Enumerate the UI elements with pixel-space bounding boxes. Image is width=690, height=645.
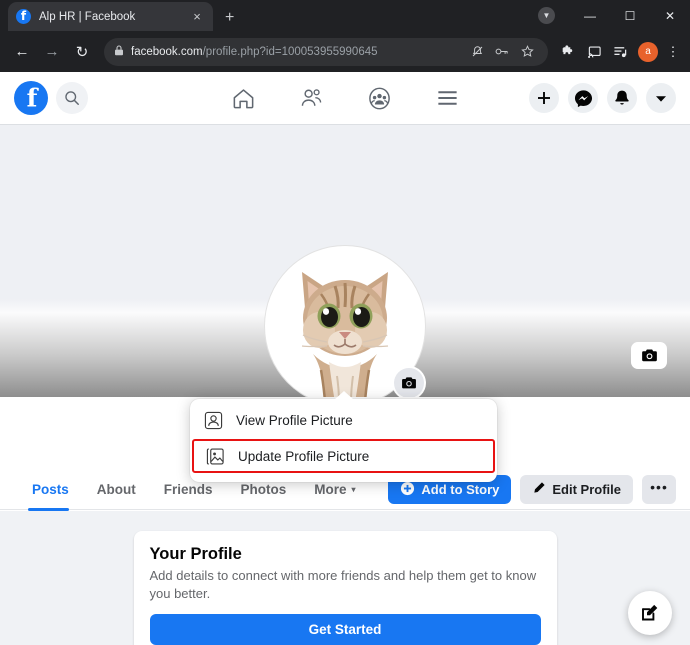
- lock-icon: [114, 45, 124, 59]
- notifications-blocked-icon[interactable]: [466, 41, 488, 63]
- url-text: facebook.com/profile.php?id=100053955990…: [131, 46, 378, 58]
- account-dropdown-button[interactable]: [646, 83, 676, 113]
- create-post-fab[interactable]: [628, 591, 672, 635]
- tab-label: Friends: [164, 482, 213, 497]
- browser-window: f Alp HR | Facebook × + ▼ — ☐ ✕ ← → ↻: [0, 0, 690, 645]
- search-icon[interactable]: [56, 82, 88, 114]
- ellipsis-icon: •••: [650, 479, 668, 495]
- card-description: Add details to connect with more friends…: [150, 567, 541, 602]
- title-bar: f Alp HR | Facebook × + ▼ — ☐ ✕: [0, 0, 690, 31]
- bookmark-star-icon[interactable]: [516, 41, 538, 63]
- tab-search-icon[interactable]: ▼: [538, 7, 555, 24]
- profile-more-options-button[interactable]: •••: [642, 475, 676, 504]
- new-tab-button[interactable]: +: [225, 10, 234, 26]
- browser-toolbar: ← → ↻ facebook.com/profile.php?id=100053…: [0, 31, 690, 72]
- tab-posts[interactable]: Posts: [14, 470, 83, 510]
- nav-friends-icon[interactable]: [297, 84, 325, 112]
- media-playlist-icon[interactable]: [608, 39, 632, 65]
- get-started-label: Get Started: [309, 622, 382, 637]
- browser-chrome: f Alp HR | Facebook × + ▼ — ☐ ✕ ← → ↻: [0, 0, 690, 72]
- navbar-center-tabs: [229, 84, 461, 112]
- feed-area: Your Profile Add details to connect with…: [0, 511, 690, 645]
- extension-icons: a ⋮: [556, 39, 682, 65]
- plus-circle-icon: [400, 481, 415, 499]
- compose-icon: [640, 603, 660, 623]
- nav-home-icon[interactable]: [229, 84, 257, 112]
- card-title: Your Profile: [150, 545, 541, 564]
- tab-about[interactable]: About: [83, 470, 150, 510]
- person-icon: [204, 411, 223, 430]
- pencil-icon: [532, 481, 546, 498]
- menu-item-update-profile-picture[interactable]: Update Profile Picture: [192, 439, 495, 473]
- minimize-button[interactable]: —: [570, 0, 610, 31]
- tab-title: Alp HR | Facebook: [39, 11, 181, 23]
- close-tab-icon[interactable]: ×: [189, 10, 205, 23]
- browser-menu-icon[interactable]: ⋮: [664, 44, 682, 60]
- menu-item-view-profile-picture[interactable]: View Profile Picture: [190, 404, 497, 437]
- url-domain: facebook.com: [131, 46, 203, 58]
- chevron-down-icon: ▾: [352, 485, 356, 494]
- nav-menu-icon[interactable]: [433, 84, 461, 112]
- tab-label: More: [314, 482, 346, 497]
- profile-picture-area: [265, 246, 425, 397]
- profile-picture-menu: View Profile Picture Update Profile Pict…: [190, 399, 497, 482]
- tab-label: Photos: [241, 482, 287, 497]
- password-key-icon[interactable]: [491, 41, 513, 63]
- menu-item-label: View Profile Picture: [236, 413, 353, 428]
- tab-label: About: [97, 482, 136, 497]
- maximize-button[interactable]: ☐: [610, 0, 650, 31]
- menu-item-label: Update Profile Picture: [238, 449, 369, 464]
- edit-profile-button[interactable]: Edit Profile: [520, 475, 633, 504]
- reload-button[interactable]: ↻: [68, 38, 96, 66]
- edit-cover-photo-button[interactable]: [631, 342, 667, 369]
- cast-icon[interactable]: [582, 39, 606, 65]
- edit-profile-label: Edit Profile: [552, 482, 621, 497]
- notifications-bell-icon[interactable]: [607, 83, 637, 113]
- browser-tab[interactable]: f Alp HR | Facebook ×: [8, 2, 213, 31]
- nav-groups-icon[interactable]: [365, 84, 393, 112]
- navbar-left: [14, 81, 88, 115]
- navbar-right-actions: [529, 83, 676, 113]
- tab-label: Posts: [32, 482, 69, 497]
- add-to-story-label: Add to Story: [421, 482, 499, 497]
- image-icon: [206, 447, 225, 466]
- messenger-icon[interactable]: [568, 83, 598, 113]
- extensions-puzzle-icon[interactable]: [556, 39, 580, 65]
- window-controls: — ☐ ✕: [570, 0, 690, 31]
- facebook-logo-icon[interactable]: [14, 81, 48, 115]
- facebook-navbar: [0, 72, 690, 125]
- back-button[interactable]: ←: [8, 38, 36, 66]
- cover-photo: [0, 125, 690, 397]
- create-button[interactable]: [529, 83, 559, 113]
- url-path: /profile.php?id=100053955990645: [203, 46, 378, 58]
- omnibox-actions: [466, 41, 538, 63]
- close-window-button[interactable]: ✕: [650, 0, 690, 31]
- get-started-button[interactable]: Get Started: [150, 614, 541, 645]
- facebook-favicon-icon: f: [16, 9, 31, 24]
- browser-profile-avatar[interactable]: a: [638, 42, 658, 62]
- update-profile-picture-camera-icon[interactable]: [394, 368, 424, 397]
- address-bar[interactable]: facebook.com/profile.php?id=100053955990…: [104, 38, 548, 66]
- forward-button[interactable]: →: [38, 38, 66, 66]
- your-profile-card: Your Profile Add details to connect with…: [134, 531, 557, 645]
